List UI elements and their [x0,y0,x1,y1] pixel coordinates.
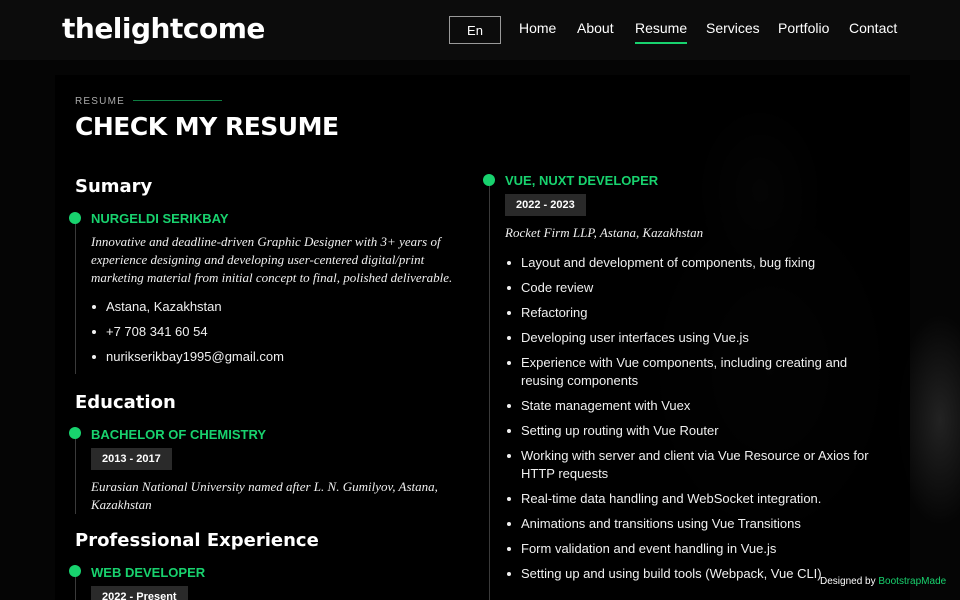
duty-item: Form validation and event handling in Vu… [507,540,887,558]
credits-prefix: Designed by [820,576,876,587]
nav-services[interactable]: Services [706,20,760,36]
education-school: Eurasian National University named after… [91,479,438,512]
nav-portfolio[interactable]: Portfolio [778,20,829,36]
summary-name: NURGELDI SERIKBAY [91,211,229,226]
summary-heading: Sumary [75,176,153,197]
summary-contact-list: Astana, Kazakhstan +7 708 341 60 54 nuri… [92,298,462,366]
site-header: thelightcome En Home About Resume Servic… [0,0,960,60]
nav-home[interactable]: Home [519,20,556,36]
education-degree: BACHELOR OF CHEMISTRY [91,427,267,442]
summary-timeline-line [75,218,76,374]
duty-item: Animations and transitions using Vue Tra… [507,515,887,533]
duty-item: Setting up routing with Vue Router [507,422,887,440]
nav-contact[interactable]: Contact [849,20,897,36]
duty-item: Real-time data handling and WebSocket in… [507,490,887,508]
professional-years-badge: 2022 - Present [91,586,188,600]
vue-job-timeline-line [489,180,490,600]
education-timeline-dot [69,427,81,439]
nav-resume[interactable]: Resume [635,20,688,44]
duty-item: Layout and development of components, bu… [507,254,887,272]
professional-timeline-dot [69,565,81,577]
professional-heading: Professional Experience [75,530,319,551]
section-label-line [133,100,222,101]
credits-link[interactable]: BootstrapMade [878,576,946,587]
contact-email: nurikserikbay1995@gmail.com [92,348,462,366]
main-nav: Home About Resume Services Portfolio Con… [0,20,960,50]
contact-location: Astana, Kazakhstan [92,298,462,316]
duty-item: Experience with Vue components, includin… [507,354,887,390]
vue-job-timeline-dot [483,174,495,186]
nav-about[interactable]: About [577,20,614,36]
vue-job-duties-list: Layout and development of components, bu… [507,254,887,583]
summary-bio: Innovative and deadline-driven Graphic D… [91,234,453,285]
summary-timeline-dot [69,212,81,224]
education-heading: Education [75,392,176,413]
duty-item: Code review [507,279,887,297]
professional-role: WEB DEVELOPER [91,565,206,580]
vue-job-company: Rocket Firm LLP, Astana, Kazakhstan [505,225,704,240]
duty-item: Developing user interfaces using Vue.js [507,329,887,347]
education-years-badge: 2013 - 2017 [91,448,172,470]
section-label: RESUME [75,96,125,107]
section-title: CHECK MY RESUME [75,112,339,141]
duty-item: Working with server and client via Vue R… [507,447,887,483]
contact-phone: +7 708 341 60 54 [92,323,462,341]
education-timeline-line [75,434,76,514]
vue-job-years-badge: 2022 - 2023 [505,194,586,216]
vue-job-role: VUE, NUXT DEVELOPER [505,173,659,188]
footer-credits: Designed by BootstrapMade [820,576,946,587]
duty-item: State management with Vuex [507,397,887,415]
duty-item: Refactoring [507,304,887,322]
